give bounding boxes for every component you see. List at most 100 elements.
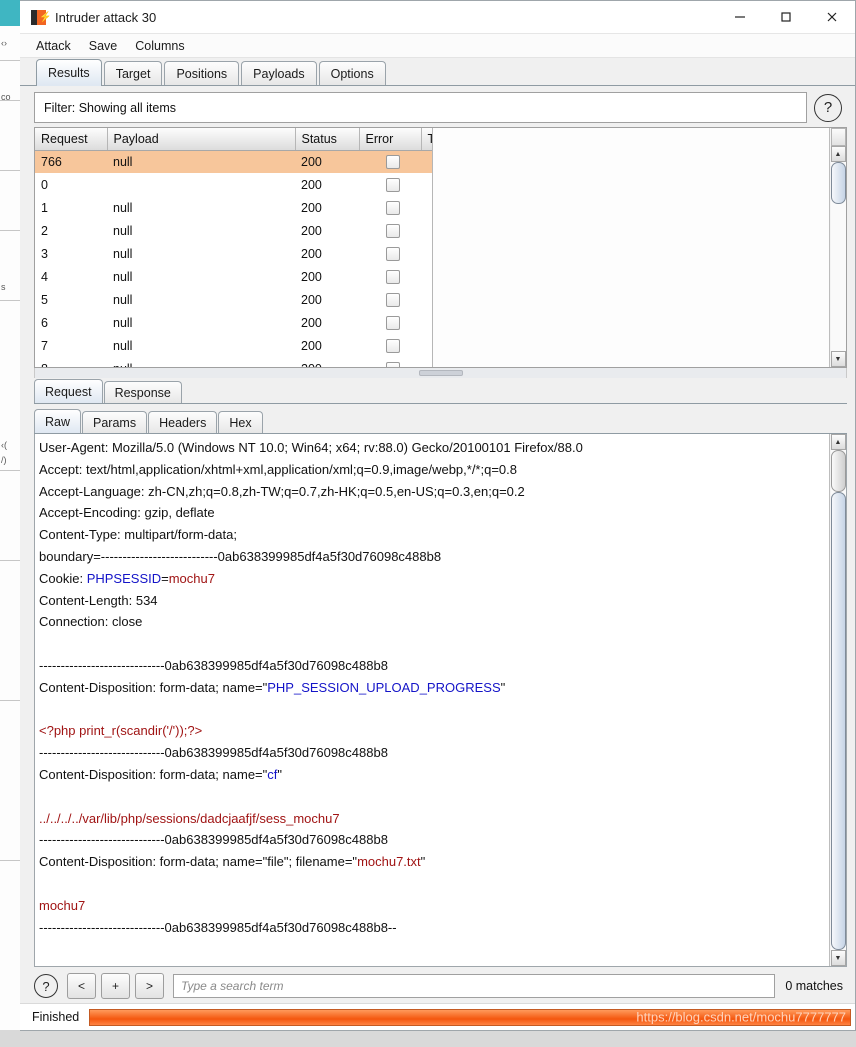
cell-timeout — [421, 219, 432, 242]
table-row[interactable]: 7null2002229 — [35, 334, 432, 357]
search-help-icon[interactable]: ? — [34, 974, 58, 998]
col-request[interactable]: Request — [35, 128, 108, 151]
raw-token: Accept-Language: zh-CN,zh;q=0.8,zh-TW;q=… — [39, 483, 525, 499]
error-checkbox[interactable] — [386, 315, 400, 330]
splitter-grip[interactable] — [418, 370, 463, 376]
raw-scroll-track[interactable] — [830, 450, 846, 950]
raw-request-text[interactable]: User-Agent: Mozilla/5.0 (Windows NT 10.0… — [35, 434, 829, 966]
results-panel: Filter: Showing all items ? Request Payl… — [20, 86, 855, 1003]
error-checkbox[interactable] — [386, 338, 400, 353]
raw-line: Content-Disposition: form-data; name="cf… — [39, 764, 829, 786]
error-checkbox[interactable] — [386, 269, 400, 284]
panel-splitter[interactable] — [34, 368, 847, 378]
cell-status: 200 — [301, 246, 322, 261]
tab-payloads[interactable]: Payloads — [241, 61, 317, 85]
attack-progress-bar: https://blog.csdn.net/mochu7777777 — [89, 1008, 851, 1026]
raw-line: -----------------------------0ab63839998… — [39, 917, 829, 939]
error-checkbox[interactable] — [386, 155, 400, 170]
error-checkbox[interactable] — [386, 246, 400, 261]
tab-response[interactable]: Response — [103, 381, 182, 403]
message-tab-strip: Request Response — [34, 378, 847, 404]
search-prev-button[interactable]: < — [67, 973, 96, 999]
raw-token: Content-Type: multipart/form-data; — [39, 527, 237, 543]
search-input[interactable]: Type a search term — [173, 974, 776, 998]
cell-request: 3 — [41, 246, 48, 261]
tab-results[interactable]: Results — [36, 59, 102, 86]
col-payload[interactable]: Payload — [107, 128, 296, 151]
search-next-button[interactable]: > — [135, 973, 164, 999]
tab-hex[interactable]: Hex — [218, 411, 263, 433]
raw-token: Accept: text/html,application/xhtml+xml,… — [39, 461, 517, 477]
scroll-up-icon[interactable]: ▲ — [830, 146, 846, 162]
col-status[interactable]: Status — [295, 128, 360, 151]
help-icon[interactable]: ? — [814, 93, 842, 122]
table-row[interactable]: 2null2002229 — [35, 219, 432, 242]
table-row[interactable]: 6null2002229 — [35, 311, 432, 334]
cell-timeout — [421, 196, 432, 219]
tab-target[interactable]: Target — [103, 61, 163, 85]
raw-request-scrollbar[interactable]: ▲ ▼ — [829, 434, 846, 966]
cell-payload: null — [113, 223, 133, 238]
minimize-icon[interactable] — [717, 1, 763, 33]
raw-scroll-thumb[interactable] — [830, 492, 846, 950]
tab-raw[interactable]: Raw — [34, 409, 82, 433]
table-row[interactable]: 02002229 — [35, 173, 432, 196]
table-row[interactable]: 766null2002940 — [35, 150, 432, 173]
cell-payload: null — [107, 357, 295, 368]
scroll-down-icon[interactable]: ▼ — [830, 351, 846, 367]
tab-positions[interactable]: Positions — [164, 61, 240, 85]
error-checkbox[interactable] — [386, 177, 400, 192]
tab-options[interactable]: Options — [318, 61, 386, 85]
menu-attack[interactable]: Attack — [34, 38, 73, 54]
main-tab-strip: Results Target Positions Payloads Option… — [20, 58, 855, 86]
error-checkbox[interactable] — [386, 361, 400, 367]
cell-error — [359, 334, 421, 357]
cell-status: 200 — [301, 269, 322, 284]
col-error[interactable]: Error — [359, 128, 422, 151]
table-row[interactable]: 4null2002229 — [35, 265, 432, 288]
results-scrollbar[interactable]: ▲ ▼ — [829, 128, 846, 367]
error-checkbox[interactable] — [386, 292, 400, 307]
col-timeout[interactable]: Timeout — [421, 128, 432, 151]
raw-scroll-down-icon[interactable]: ▼ — [830, 950, 846, 966]
cell-request: 7 — [41, 338, 48, 353]
table-row[interactable]: 5null2002229 — [35, 288, 432, 311]
cell-request: 0 — [41, 177, 48, 192]
menu-columns[interactable]: Columns — [133, 38, 186, 54]
close-icon[interactable] — [809, 1, 855, 33]
raw-scroll-up-icon[interactable]: ▲ — [830, 434, 846, 450]
cell-payload: null — [113, 246, 133, 261]
tab-headers[interactable]: Headers — [148, 411, 218, 433]
table-row[interactable]: 8null2002229 — [35, 357, 432, 367]
raw-line: -----------------------------0ab63839998… — [39, 655, 829, 677]
menu-save[interactable]: Save — [87, 38, 120, 54]
status-bar: Finished https://blog.csdn.net/mochu7777… — [20, 1003, 855, 1030]
search-add-button[interactable]: + — [101, 973, 130, 999]
table-row[interactable]: 3null2002229 — [35, 242, 432, 265]
raw-scroll-thumb-grey[interactable] — [830, 450, 846, 492]
title-bar: ⚡ Intruder attack 30 — [20, 1, 855, 34]
raw-line — [39, 633, 829, 655]
background-window[interactable]: ‹› co s ‹( /) — [0, 0, 21, 1030]
maximize-icon[interactable] — [763, 1, 809, 33]
raw-line: -----------------------------0ab63839998… — [39, 829, 829, 851]
error-checkbox[interactable] — [386, 223, 400, 238]
scroll-track[interactable] — [830, 162, 846, 351]
cell-request: 4 — [41, 269, 48, 284]
filter-bar[interactable]: Filter: Showing all items — [34, 92, 807, 123]
match-count: 0 matches — [785, 979, 843, 993]
cell-status: 200 — [295, 357, 359, 368]
results-table: Request Payload Status Error Timeout Len… — [34, 127, 847, 368]
background-text-2: s — [1, 282, 6, 292]
intruder-attack-window: ⚡ Intruder attack 30 Attack Save Columns… — [20, 0, 856, 1031]
tab-request[interactable]: Request — [34, 379, 103, 403]
cell-status: 200 — [301, 315, 322, 330]
cell-status: 200 — [301, 223, 322, 238]
scroll-thumb[interactable] — [830, 162, 846, 204]
status-label: Finished — [32, 1010, 80, 1024]
cell-request: 766 — [35, 150, 107, 173]
error-checkbox[interactable] — [386, 200, 400, 215]
table-row[interactable]: 1null2002229 — [35, 196, 432, 219]
tab-params[interactable]: Params — [82, 411, 148, 433]
raw-token: PHPSESSID — [86, 570, 162, 586]
